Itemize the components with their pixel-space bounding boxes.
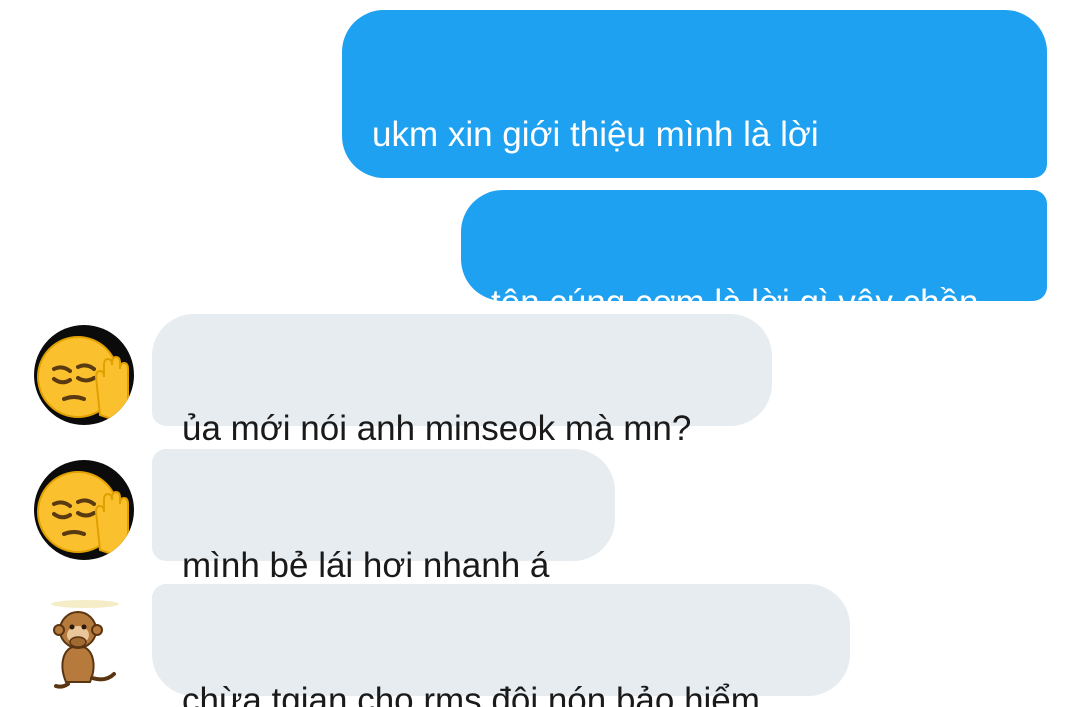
message-bubble-outgoing[interactable]: ukm xin giới thiệu mình là lời wangho	[342, 10, 1047, 212]
pensive-face-hand-icon[interactable]	[34, 325, 134, 425]
message-text: chừa tgian cho rms đội nón bảo hiểm	[182, 681, 760, 707]
message-bubble-incoming[interactable]: ủa mới nói anh minseok mà mn?	[152, 314, 772, 448]
message-bubble-outgoing[interactable]: tên cúng cơm là lời gì vậy chồn	[461, 190, 1047, 322]
message-text: mình bẻ lái hơi nhanh á	[182, 546, 550, 585]
message-bubble-incoming[interactable]: mình bẻ lái hơi nhanh á	[152, 449, 615, 585]
pensive-face-hand-icon[interactable]	[34, 460, 134, 560]
message-bubble-incoming[interactable]: chừa tgian cho rms đội nón bảo hiểm	[152, 584, 850, 707]
message-text: ủa mới nói anh minseok mà mn?	[182, 409, 692, 448]
monkey-sticker-icon[interactable]	[44, 598, 126, 690]
